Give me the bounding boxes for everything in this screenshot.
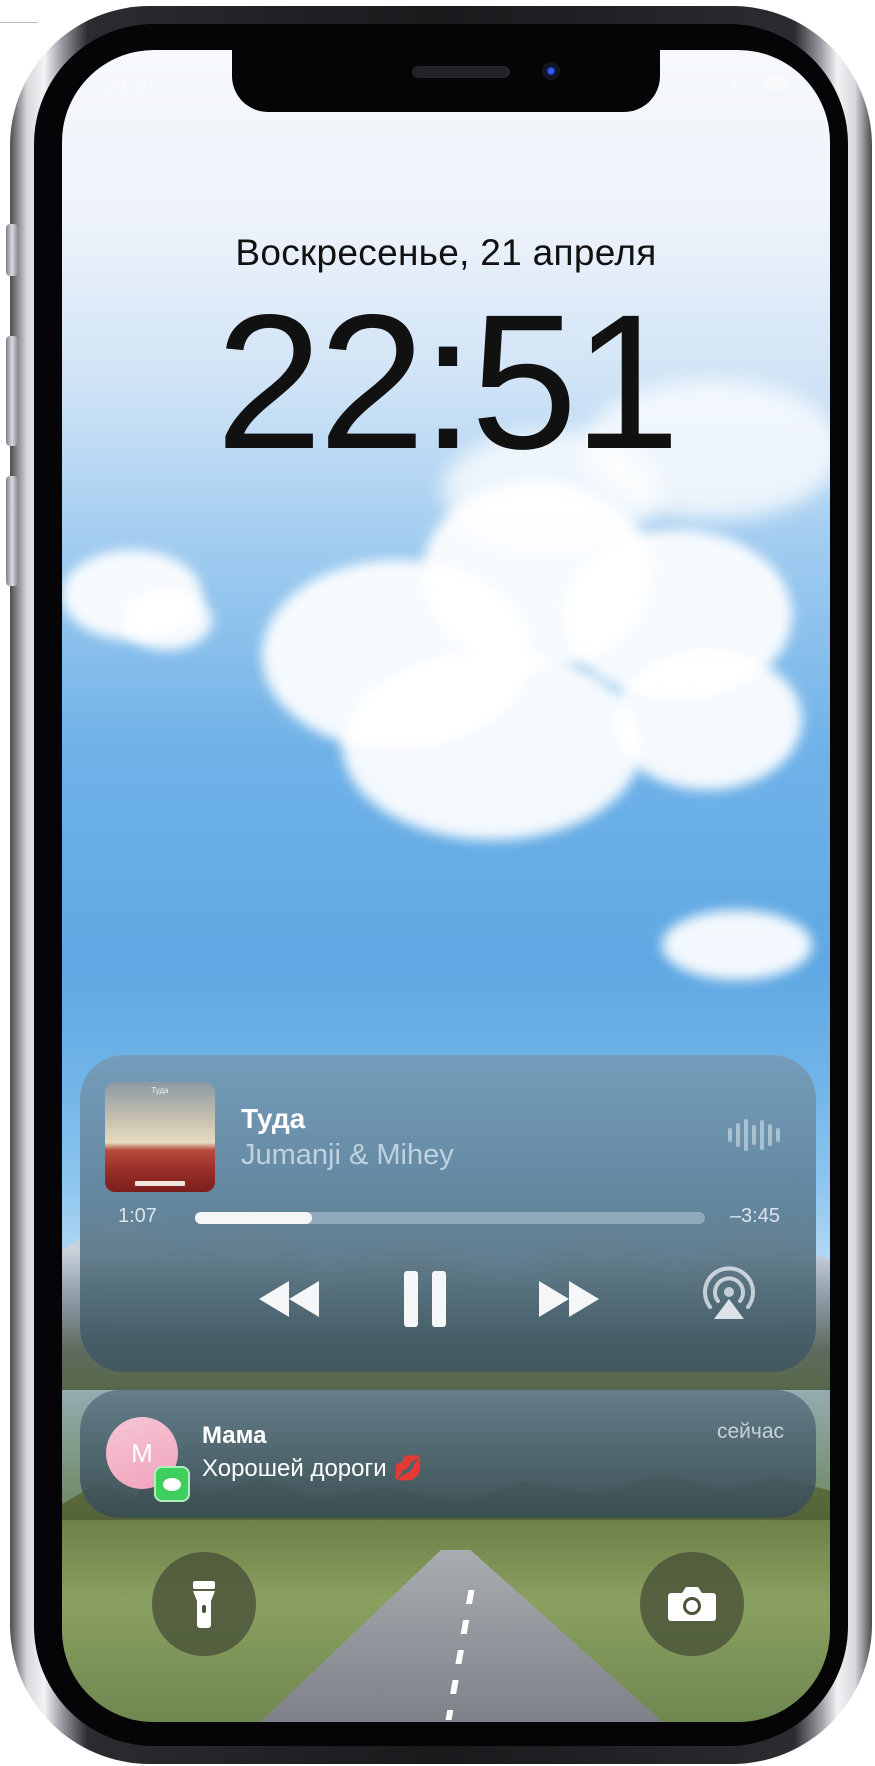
message-notification[interactable]: M Мама Хорошей дороги 💋 сейчас xyxy=(80,1390,816,1518)
rewind-icon xyxy=(259,1281,319,1317)
fast-forward-button[interactable] xyxy=(528,1269,608,1329)
volume-down-button xyxy=(6,476,18,586)
lock-screen: 22:51 Воскресенье, 21 апреля 22:51 Туда … xyxy=(62,50,830,1722)
audio-wave-icon[interactable] xyxy=(728,1117,780,1153)
pause-button[interactable] xyxy=(390,1269,460,1329)
front-camera xyxy=(542,62,560,80)
corner-divider xyxy=(0,22,38,23)
avatar-letter: M xyxy=(131,1437,153,1468)
cloud-shape xyxy=(612,650,802,790)
cloud-shape xyxy=(342,650,642,840)
status-time: 22:51 xyxy=(106,76,158,98)
notch xyxy=(232,50,660,112)
flashlight-icon xyxy=(193,1581,215,1628)
camera-icon xyxy=(668,1587,716,1621)
signal-icon xyxy=(722,84,726,90)
song-title: Туда xyxy=(241,1103,306,1134)
notification-sender: Мама xyxy=(202,1422,267,1449)
album-art-title: Туда xyxy=(151,1086,169,1095)
album-art-strip xyxy=(135,1181,185,1186)
cloud-shape xyxy=(122,590,212,650)
fast-forward-icon xyxy=(539,1281,599,1317)
notification-time: сейчас xyxy=(716,1420,784,1443)
signal-icon xyxy=(732,81,736,90)
messages-icon xyxy=(154,1466,190,1502)
lock-date: Воскресенье, 21 апреля xyxy=(235,232,657,273)
cloud-shape xyxy=(662,910,812,980)
flashlight-button[interactable] xyxy=(152,1552,256,1656)
time-remaining: –3:45 xyxy=(729,1205,780,1227)
song-artist: Jumanji & Mihey xyxy=(241,1139,454,1171)
pause-icon xyxy=(404,1271,446,1327)
signal-icon xyxy=(742,78,746,90)
earpiece-speaker xyxy=(412,66,510,78)
silent-switch xyxy=(6,224,18,276)
airplay-button[interactable] xyxy=(700,1265,758,1323)
album-art[interactable]: Туда xyxy=(105,1082,215,1192)
time-elapsed: 1:07 xyxy=(118,1205,157,1227)
progress-fill xyxy=(195,1212,313,1224)
progress-bar[interactable] xyxy=(195,1212,705,1224)
camera-button[interactable] xyxy=(640,1552,744,1656)
volume-up-button xyxy=(6,336,18,446)
lock-time: 22:51 xyxy=(215,274,680,489)
rewind-button[interactable] xyxy=(250,1269,330,1329)
now-playing-widget[interactable]: Туда Туда Jumanji & Mihey 1:07 –3:45 xyxy=(80,1055,816,1372)
battery-icon xyxy=(764,78,786,90)
status-icons xyxy=(722,78,786,90)
notification-body: Хорошей дороги 💋 xyxy=(202,1455,424,1482)
home-indicator[interactable] xyxy=(306,1703,586,1712)
airplay-icon xyxy=(703,1266,755,1319)
